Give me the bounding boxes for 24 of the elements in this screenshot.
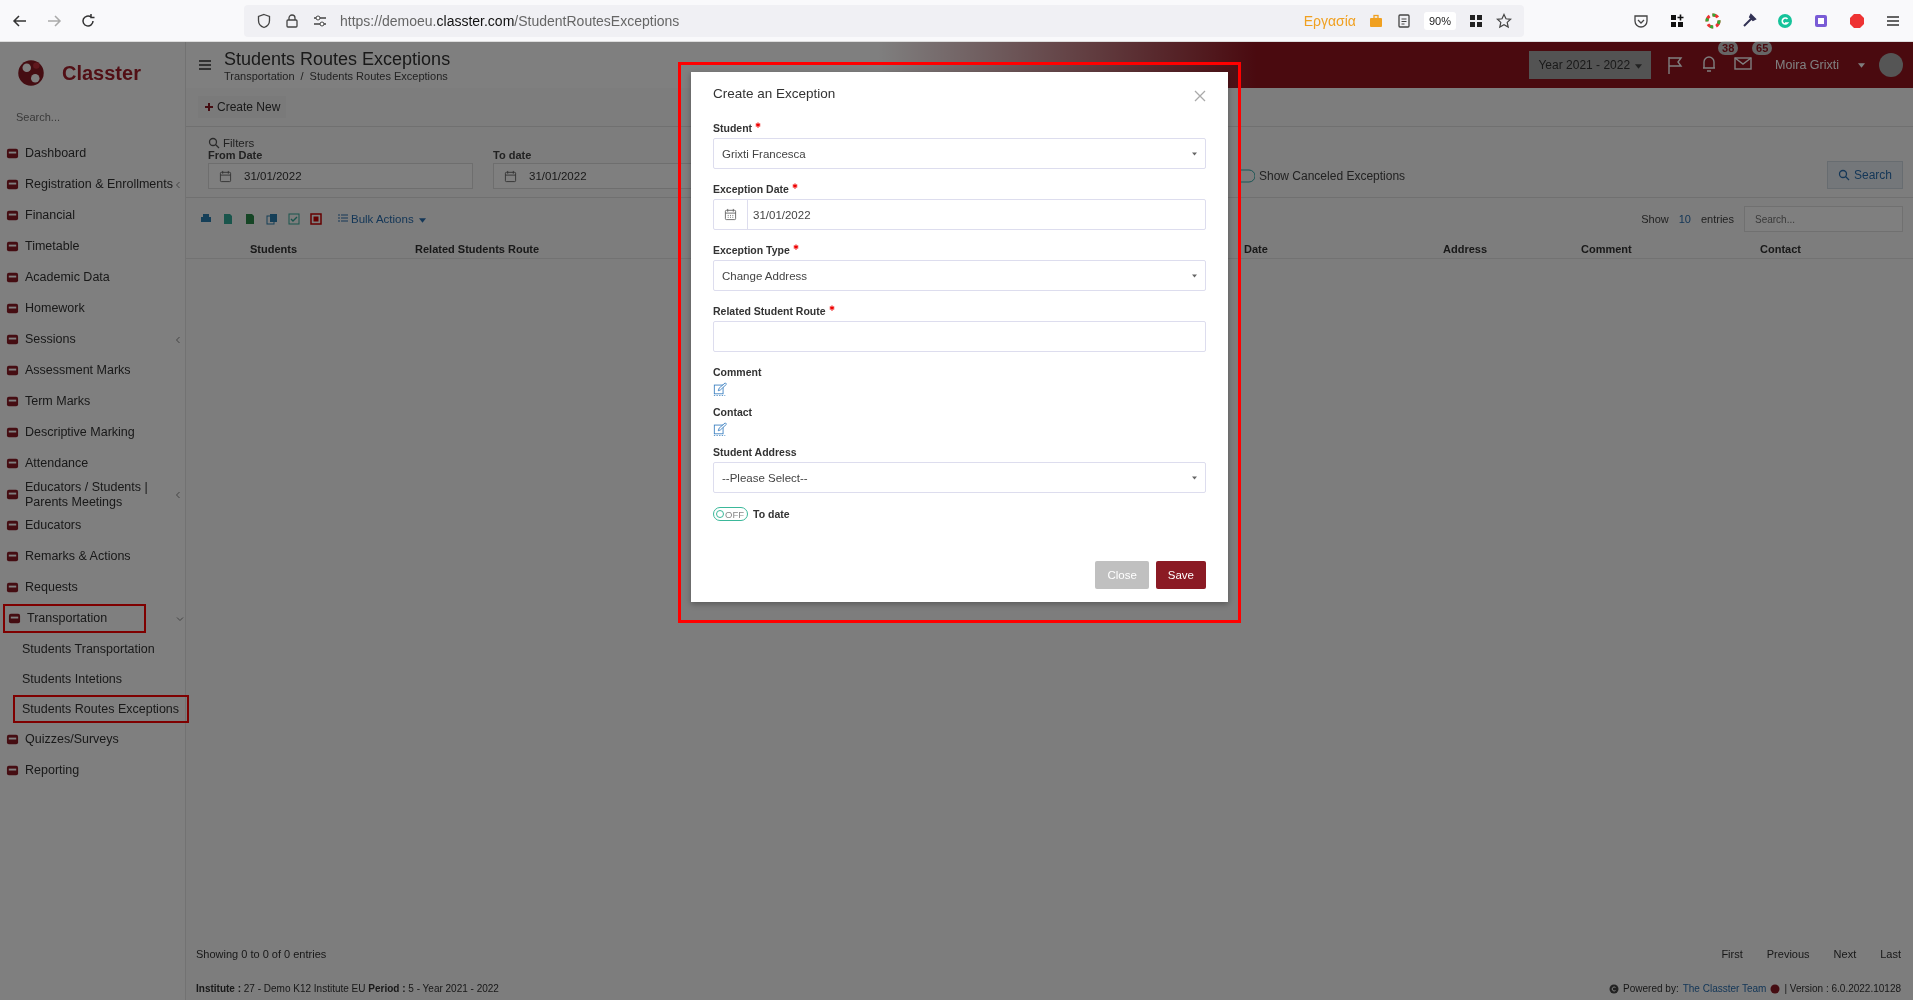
message-count: 65 — [1752, 41, 1773, 55]
field-label: Exception Type — [713, 244, 790, 256]
filters-label: Filters — [223, 137, 255, 149]
version-label: | Version : 6.0.2022.10128 — [1784, 983, 1901, 994]
to-date-label: To date — [493, 149, 532, 161]
breadcrumb-separator: / — [300, 69, 304, 82]
field-label: Related Student Route — [713, 305, 826, 317]
field-label: Comment — [713, 366, 762, 378]
dialog-title: Create an Exception — [713, 85, 836, 101]
from-date-label: From Date — [208, 149, 263, 161]
field-label: Student — [713, 122, 753, 134]
powered-by-label: Powered by: — [1623, 983, 1679, 994]
institute-info: Institute : 27 - Demo K12 Institute EU Period : 5 - Year 2021 - 2022 — [196, 983, 499, 994]
field-label: Contact — [713, 406, 753, 418]
logo-text: Classter — [62, 61, 141, 85]
notification-count: 38 — [1718, 41, 1739, 55]
entries-info: Showing 0 to 0 of 0 entries — [196, 948, 327, 960]
page-title: Students Routes Exceptions — [224, 48, 451, 70]
url-text: https://demoeu.classter.com/StudentRoutesExceptions — [340, 12, 681, 29]
show-label: Show — [1641, 213, 1669, 225]
field-label: To date — [753, 508, 790, 520]
field-label: Student Address — [713, 446, 797, 458]
show-canceled-label: Show Canceled Exceptions — [1259, 169, 1406, 183]
entries-label: entries — [1700, 213, 1734, 225]
